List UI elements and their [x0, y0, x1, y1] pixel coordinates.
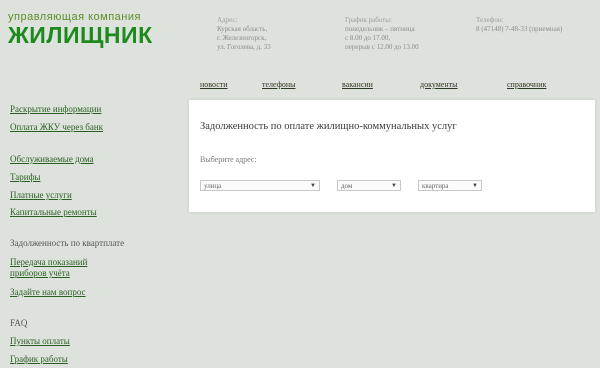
sidebar-item-debt[interactable]: Задолженность по квартплате [10, 238, 124, 248]
house-select[interactable]: дом ▼ [337, 180, 401, 191]
top-nav: новости телефоны вакансии документы спра… [200, 80, 595, 92]
sidebar-item-meter-readings-line2[interactable]: приборов учёта [10, 268, 70, 278]
nav-news[interactable]: новости [200, 80, 228, 89]
sidebar-item-faq[interactable]: FAQ [10, 318, 27, 328]
sidebar-item-disclosure[interactable]: Раскрытие информации [10, 104, 101, 114]
work-hours-line: с 8.00 до 17.00, [345, 34, 391, 42]
chevron-down-icon: ▼ [472, 183, 478, 189]
sidebar-item-capital-repairs[interactable]: Капитальные ремонты [10, 207, 97, 217]
chevron-down-icon: ▼ [391, 183, 397, 189]
address-line: ул. Гоголева, д. 33 [217, 43, 271, 51]
nav-phones[interactable]: телефоны [262, 80, 296, 89]
company-logo[interactable]: управляющая компания ЖИЛИЩНИК [8, 12, 153, 48]
nav-vacancies[interactable]: вакансии [342, 80, 373, 89]
phone-block: Телефон: 8 (47148) 7-48-33 (приемная) [476, 16, 562, 34]
address-title: Адрес: [217, 16, 238, 24]
street-select[interactable]: улица ▼ [200, 180, 320, 191]
page-title: Задолженность по оплате жилищно-коммунал… [200, 121, 457, 132]
address-select-label: Выберите адрес: [200, 155, 257, 164]
debt-panel: Задолженность по оплате жилищно-коммунал… [189, 100, 595, 212]
sidebar-item-tariffs[interactable]: Тарифы [10, 172, 40, 182]
nav-reference[interactable]: справочник [507, 80, 546, 89]
sidebar-item-schedule[interactable]: График работы [10, 354, 68, 364]
chevron-down-icon: ▼ [310, 183, 316, 189]
sidebar-item-meter-readings[interactable]: Передача показаний [10, 257, 87, 267]
address-block: Адрес: Курская область, г. Железногорск,… [217, 16, 271, 52]
work-hours-title: График работы: [345, 16, 392, 24]
work-hours-block: График работы: понедельник – пятница с 8… [345, 16, 419, 52]
logo-name: ЖИЛИЩНИК [8, 22, 153, 48]
address-line: Курская область, [217, 25, 268, 33]
sidebar-item-bank-payment[interactable]: Оплата ЖКУ через банк [10, 122, 103, 132]
sidebar-item-ask-question[interactable]: Задайте нам вопрос [10, 287, 86, 297]
sidebar-item-payment-points[interactable]: Пункты оплаты [10, 336, 70, 346]
apartment-select-value: квартира [422, 182, 449, 190]
phone-title: Телефон: [476, 16, 504, 24]
street-select-value: улица [204, 182, 222, 190]
address-line: г. Железногорск, [217, 34, 267, 42]
nav-documents[interactable]: документы [420, 80, 458, 89]
sidebar-item-paid-services[interactable]: Платные услуги [10, 190, 72, 200]
sidebar-item-houses[interactable]: Обслуживаемые дома [10, 154, 94, 164]
house-select-value: дом [341, 182, 353, 190]
work-hours-line: понедельник – пятница [345, 25, 415, 33]
work-hours-line: перерыв с 12.00 до 13.00 [345, 43, 419, 51]
apartment-select[interactable]: квартира ▼ [418, 180, 482, 191]
phone-number: 8 (47148) 7-48-33 (приемная) [476, 25, 563, 33]
